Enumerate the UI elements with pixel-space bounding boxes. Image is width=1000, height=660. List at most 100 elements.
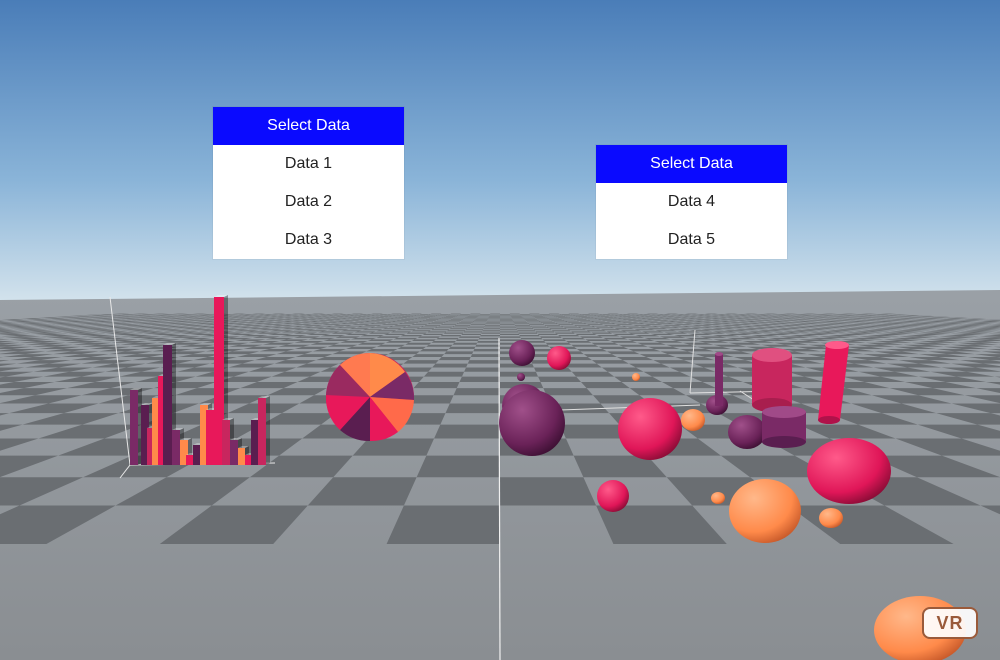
floor-tile: [401, 327, 421, 329]
floor-tile: [422, 320, 437, 321]
floor-tile: [486, 322, 500, 323]
floor-tile: [452, 326, 469, 328]
floor-tile: [419, 349, 449, 352]
bar: [172, 430, 180, 465]
floor-tile: [465, 329, 484, 331]
floor-tile: [537, 319, 551, 321]
floor-tile: [500, 331, 519, 333]
floor-tile: [518, 332, 538, 334]
floor-tile: [591, 342, 619, 345]
floor-tile: [470, 354, 500, 357]
floor-tile: [440, 335, 462, 337]
floor-tile: [375, 322, 392, 323]
floor-tile: [461, 333, 482, 336]
floor-tile: [459, 376, 500, 382]
floor-tile: [438, 356, 471, 361]
floor-tile: [512, 319, 526, 321]
floor-tile: [570, 323, 587, 325]
floor-tile: [563, 327, 582, 329]
floor-tile: [390, 331, 412, 333]
bar: [193, 445, 201, 465]
vr-button[interactable]: VR: [922, 607, 978, 639]
floor-tile: [448, 320, 462, 321]
floor-tile: [416, 455, 500, 478]
floor-tile: [573, 319, 588, 320]
floor-tile: [484, 324, 500, 326]
floor-tile: [463, 331, 483, 333]
floor-tile: [533, 329, 552, 331]
floor-tile: [480, 335, 500, 337]
floor-tile: [430, 322, 446, 323]
floor-tile: [500, 321, 514, 323]
floor-tile: [423, 371, 465, 377]
floor-tile: [385, 341, 412, 343]
floor-tile: [581, 328, 601, 330]
menu-item-data-1[interactable]: Data 1: [213, 145, 404, 183]
floor-tile: [386, 505, 500, 544]
floor-tile: [500, 477, 597, 506]
floor-tile: [530, 325, 547, 327]
floor-tile: [500, 320, 513, 321]
floor-tile: [427, 331, 447, 333]
floor-tile: [434, 424, 500, 439]
floor-tile: [425, 319, 439, 320]
floor-tile: [520, 337, 543, 340]
bar: [251, 420, 259, 465]
floor-tile: [375, 325, 394, 327]
floor-tile: [581, 382, 630, 389]
floor-tile: [417, 336, 441, 338]
floor-tile: [551, 330, 571, 332]
floor-tile: [559, 318, 574, 320]
floor-tile: [455, 339, 479, 342]
menu-item-data-3[interactable]: Data 3: [213, 221, 404, 259]
floor-tile: [601, 320, 617, 321]
floor-tile: [487, 318, 500, 320]
floor-tile: [597, 319, 613, 320]
floor-tile: [519, 335, 540, 337]
select-data-header[interactable]: Select Data: [213, 107, 404, 145]
floor-tile: [558, 335, 580, 337]
floor-tile: [376, 344, 406, 347]
sky: [0, 0, 1000, 300]
floor-tile: [369, 327, 389, 329]
floor-tile: [500, 333, 520, 336]
floor-tile: [461, 319, 476, 321]
floor-tile: [598, 346, 629, 350]
floor-tile: [552, 321, 568, 323]
floor-tile: [557, 324, 575, 325]
menu-item-data-5[interactable]: Data 5: [596, 221, 787, 259]
floor-tile: [579, 336, 604, 338]
floor-tile: [527, 322, 543, 324]
floor-tile: [514, 323, 529, 325]
floor-tile: [407, 320, 423, 322]
floor-tile: [411, 339, 437, 342]
floor-tile: [615, 324, 634, 325]
floor-tile: [413, 382, 460, 389]
floor-tile: [386, 322, 404, 324]
floor-tile: [448, 346, 476, 350]
floor-tile: [431, 329, 450, 331]
select-data-header[interactable]: Select Data: [596, 145, 787, 183]
floor-tile: [414, 318, 429, 320]
floor-tile: [487, 319, 500, 321]
floor-tile: [500, 336, 521, 338]
bar: [163, 345, 172, 465]
floor-tile: [367, 339, 394, 342]
floor-tile: [427, 323, 444, 325]
floor-tile: [571, 344, 599, 347]
floor-tile: [471, 322, 487, 324]
pie-sphere: [325, 353, 415, 442]
floor-tile: [486, 320, 500, 322]
floor-tile: [365, 318, 381, 320]
floor-tile: [366, 349, 398, 352]
floor-tile: [596, 335, 620, 337]
floor-tile: [383, 333, 407, 336]
floor-tile: [598, 323, 616, 325]
floor-tile: [412, 354, 445, 357]
floor-tile: [586, 324, 604, 325]
floor-tile: [467, 360, 500, 364]
floor-tile: [582, 322, 599, 324]
menu-item-data-4[interactable]: Data 4: [596, 183, 787, 221]
menu-item-data-2[interactable]: Data 2: [213, 183, 404, 221]
floor-tile: [567, 322, 583, 323]
